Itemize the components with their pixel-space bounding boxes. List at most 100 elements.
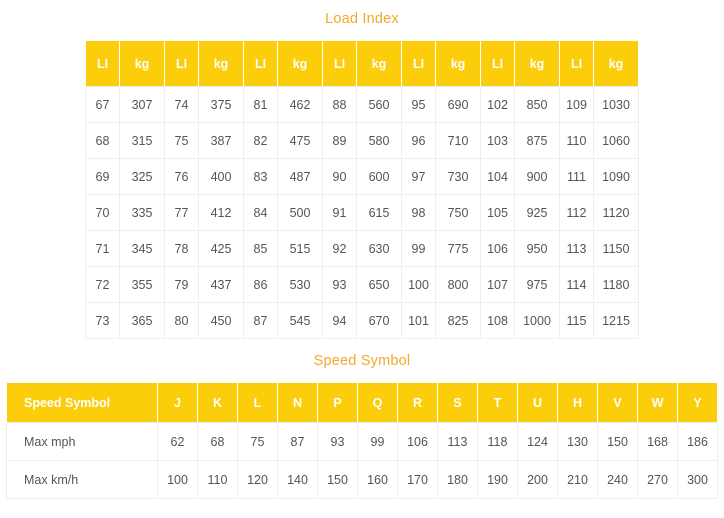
- page-root: Load Index LI kg LI kg LI kg LI kg LI kg LI kg LI kg …: [0, 0, 724, 499]
- load-index-cell: 412: [198, 194, 244, 231]
- load-index-header-cell: LI: [243, 40, 278, 87]
- load-index-cell: 104: [480, 158, 515, 195]
- load-index-cell: 1120: [593, 194, 639, 231]
- load-index-cell: 925: [514, 194, 560, 231]
- speed-symbol-cell: 87: [277, 422, 318, 461]
- load-index-cell: 86: [243, 266, 278, 303]
- load-index-cell: 730: [435, 158, 481, 195]
- table-row: 70 335 77 412 84 500 91 615 98 750 105 925 112 1120: [85, 194, 639, 231]
- load-index-cell: 108: [480, 302, 515, 339]
- load-index-cell: 387: [198, 122, 244, 159]
- load-index-cell: 100: [401, 266, 436, 303]
- load-index-cell: 74: [164, 86, 199, 123]
- load-index-cell: 111: [559, 158, 594, 195]
- load-index-header-cell: LI: [164, 40, 199, 87]
- load-index-cell: 975: [514, 266, 560, 303]
- load-index-cell: 105: [480, 194, 515, 231]
- load-index-title: Load Index: [325, 11, 399, 27]
- speed-symbol-header-n: N: [277, 382, 318, 423]
- load-index-cell: 80: [164, 302, 199, 339]
- load-index-cell: 75: [164, 122, 199, 159]
- table-row: Max mph 62 68 75 87 93 99 106 113 118 124 130 150 168…: [6, 422, 718, 461]
- load-index-cell: 315: [119, 122, 165, 159]
- speed-symbol-header-u: U: [517, 382, 558, 423]
- table-row: 67 307 74 375 81 462 88 560 95 690 102 850 109 1030: [85, 86, 639, 123]
- load-index-cell: 487: [277, 158, 323, 195]
- speed-symbol-table-wrapper: Speed Symbol JKLNPQRSTUHVWY Max mph 62 68 7…: [0, 382, 724, 499]
- load-index-cell: 307: [119, 86, 165, 123]
- speed-symbol-header-p: P: [317, 382, 358, 423]
- speed-symbol-cell: 300: [677, 460, 718, 499]
- table-row: 71 345 78 425 85 515 92 630 99 775 106 950 113 1150: [85, 230, 639, 267]
- load-index-cell: 82: [243, 122, 278, 159]
- load-index-cell: 102: [480, 86, 515, 123]
- speed-symbol-cell: 160: [357, 460, 398, 499]
- speed-symbol-cell: 130: [557, 422, 598, 461]
- load-index-cell: 475: [277, 122, 323, 159]
- load-index-cell: 87: [243, 302, 278, 339]
- speed-symbol-header-v: V: [597, 382, 638, 423]
- speed-symbol-cell: 75: [237, 422, 278, 461]
- speed-symbol-cell: 270: [637, 460, 678, 499]
- load-index-cell: 101: [401, 302, 436, 339]
- load-index-header-cell: kg: [593, 40, 639, 87]
- load-index-cell: 70: [85, 194, 120, 231]
- load-index-cell: 825: [435, 302, 481, 339]
- load-index-cell: 98: [401, 194, 436, 231]
- speed-symbol-cell: 62: [157, 422, 198, 461]
- table-row: 69 325 76 400 83 487 90 600 97 730 104 900 111 1090: [85, 158, 639, 195]
- load-index-cell: 107: [480, 266, 515, 303]
- load-index-cell: 109: [559, 86, 594, 123]
- load-index-cell: 850: [514, 86, 560, 123]
- load-index-cell: 72: [85, 266, 120, 303]
- load-index-cell: 875: [514, 122, 560, 159]
- load-index-cell: 400: [198, 158, 244, 195]
- load-index-header-cell: kg: [356, 40, 402, 87]
- speed-symbol-cell: 186: [677, 422, 718, 461]
- load-index-header-cell: kg: [435, 40, 481, 87]
- table-row: 68 315 75 387 82 475 89 580 96 710 103 875 110 1060: [85, 122, 639, 159]
- speed-symbol-cell: 168: [637, 422, 678, 461]
- load-index-cell: 425: [198, 230, 244, 267]
- load-index-header-cell: kg: [198, 40, 244, 87]
- load-index-cell: 93: [322, 266, 357, 303]
- speed-symbol-header-j: J: [157, 382, 198, 423]
- load-index-cell: 78: [164, 230, 199, 267]
- load-index-cell: 71: [85, 230, 120, 267]
- load-index-table: LI kg LI kg LI kg LI kg LI kg LI kg LI kg 67 307 74 375 8…: [85, 40, 639, 339]
- load-index-header-cell: LI: [559, 40, 594, 87]
- speed-symbol-header-t: T: [477, 382, 518, 423]
- load-index-cell: 560: [356, 86, 402, 123]
- load-index-cell: 650: [356, 266, 402, 303]
- load-index-cell: 99: [401, 230, 436, 267]
- speed-symbol-header-label: Speed Symbol: [6, 382, 158, 423]
- speed-symbol-cell: 106: [397, 422, 438, 461]
- load-index-cell: 1030: [593, 86, 639, 123]
- speed-symbol-header-r: R: [397, 382, 438, 423]
- load-index-cell: 92: [322, 230, 357, 267]
- speed-symbol-cell: 140: [277, 460, 318, 499]
- speed-symbol-table-head: Speed Symbol JKLNPQRSTUHVWY: [6, 382, 718, 423]
- load-index-header-cell: kg: [514, 40, 560, 87]
- speed-symbol-row-label: Max km/h: [6, 460, 158, 499]
- speed-symbol-cell: 120: [237, 460, 278, 499]
- load-index-cell: 91: [322, 194, 357, 231]
- load-index-cell: 69: [85, 158, 120, 195]
- load-index-cell: 97: [401, 158, 436, 195]
- speed-symbol-header-h: H: [557, 382, 598, 423]
- load-index-header-cell: LI: [401, 40, 436, 87]
- speed-symbol-cell: 110: [197, 460, 238, 499]
- speed-symbol-cell: 170: [397, 460, 438, 499]
- load-index-cell: 325: [119, 158, 165, 195]
- load-index-cell: 1215: [593, 302, 639, 339]
- speed-symbol-title: Speed Symbol: [313, 353, 411, 369]
- load-index-cell: 1180: [593, 266, 639, 303]
- load-index-cell: 355: [119, 266, 165, 303]
- load-index-header-cell: kg: [119, 40, 165, 87]
- load-index-cell: 600: [356, 158, 402, 195]
- load-index-cell: 76: [164, 158, 199, 195]
- load-index-cell: 79: [164, 266, 199, 303]
- speed-symbol-cell: 100: [157, 460, 198, 499]
- load-index-cell: 500: [277, 194, 323, 231]
- load-index-table-body: 67 307 74 375 81 462 88 560 95 690 102 850 109 1030 68…: [85, 86, 639, 339]
